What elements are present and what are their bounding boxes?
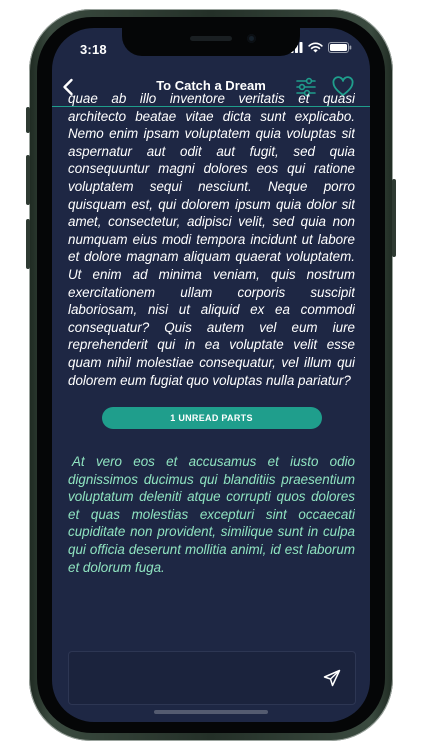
speaker-grille [190,36,232,41]
send-icon[interactable] [323,669,341,687]
battery-icon [328,42,352,53]
volume-down-button [26,219,30,269]
home-indicator [154,710,268,714]
volume-up-button [26,155,30,205]
power-button [392,179,396,257]
app-screen: 3:18 To Catch a Dream quae ab illo inven… [52,28,370,722]
wifi-icon [308,42,323,53]
side-button [26,107,30,133]
unread-chapter-text: At vero eos et accusamus et iusto odio d… [68,454,355,575]
read-chapter-text: quae ab illo inventore veritatis et quas… [68,91,355,388]
notch [122,28,300,56]
front-camera [247,34,256,43]
status-time: 3:18 [80,42,107,57]
comment-composer[interactable] [68,651,356,705]
unread-parts-button[interactable]: 1 UNREAD PARTS [101,407,322,430]
reading-area[interactable]: quae ab illo inventore veritatis et quas… [68,90,355,590]
